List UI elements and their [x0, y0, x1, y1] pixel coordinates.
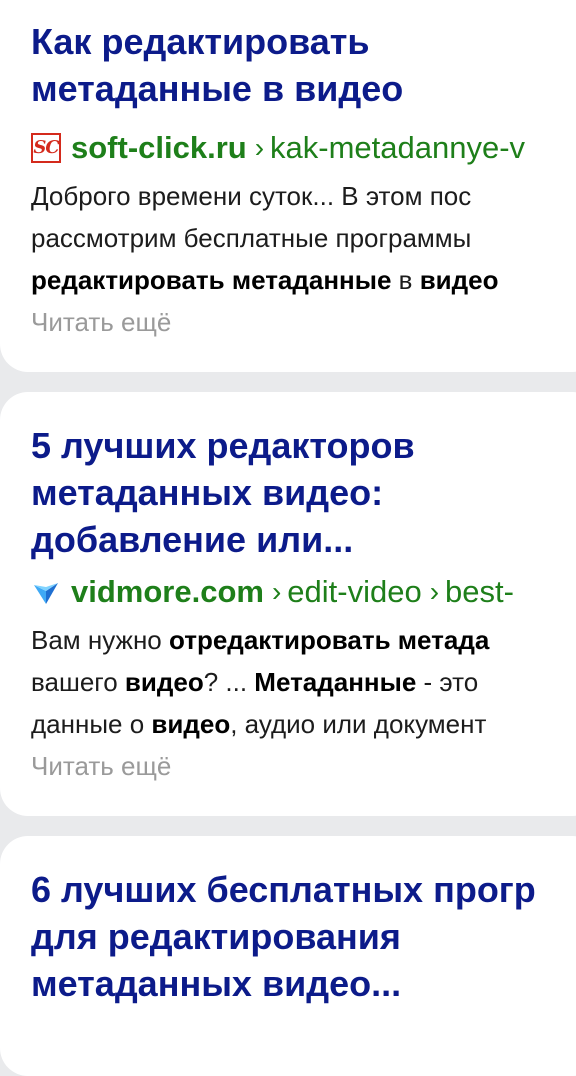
snippet-line: рассмотрим бесплатные программы — [31, 223, 472, 253]
result-path[interactable]: best- — [445, 574, 514, 610]
result-path[interactable]: edit-video — [287, 574, 421, 610]
vidmore-logo-icon — [34, 583, 58, 604]
result-snippet: Вам нужно отредактировать метада вашего … — [31, 619, 489, 745]
soft-click-logo-icon: SC — [31, 133, 61, 163]
read-more-link[interactable]: Читать ещё — [31, 302, 171, 342]
snippet-line: данные о видео, аудио или документ — [31, 709, 487, 739]
result-title-link[interactable]: 6 лучших бесплатных прогр для редактиров… — [31, 866, 576, 1007]
title-line: метаданные в видео — [31, 68, 404, 109]
title-line: метаданных видео: — [31, 472, 384, 513]
title-line: добавление или... — [31, 519, 354, 560]
result-title-link[interactable]: Как редактировать метаданные в видео — [31, 18, 576, 112]
read-more-link[interactable]: Читать ещё — [31, 746, 171, 786]
title-line: Как редактировать — [31, 21, 370, 62]
snippet-line: редактировать метаданные в видео — [31, 265, 499, 295]
result-url[interactable]: vidmore.com › edit-video › best- — [31, 572, 514, 612]
result-url[interactable]: SC soft-click.ru › kak-metadannye-v — [31, 128, 525, 168]
search-result-card[interactable]: Как редактировать метаданные в видео SC … — [0, 0, 576, 372]
snippet-line: Вам нужно отредактировать метада — [31, 625, 490, 655]
title-line: 6 лучших бесплатных прогр — [31, 869, 536, 910]
breadcrumb-separator: › — [429, 576, 440, 607]
result-title-link[interactable]: 5 лучших редакторов метаданных видео: до… — [31, 422, 576, 563]
title-line: 5 лучших редакторов — [31, 425, 415, 466]
snippet-line: Доброго времени суток... В этом пос — [31, 181, 472, 211]
breadcrumb-separator: › — [271, 576, 282, 607]
title-line: метаданных видео... — [31, 963, 402, 1004]
search-result-card[interactable]: 6 лучших бесплатных прогр для редактиров… — [0, 836, 576, 1076]
search-result-card[interactable]: 5 лучших редакторов метаданных видео: до… — [0, 392, 576, 816]
result-path[interactable]: kak-metadannye-v — [270, 130, 525, 166]
breadcrumb-separator: › — [254, 132, 265, 163]
result-snippet: Доброго времени суток... В этом пос расс… — [31, 175, 499, 301]
result-domain[interactable]: soft-click.ru — [71, 130, 247, 166]
title-line: для редактирования — [31, 916, 401, 957]
result-domain[interactable]: vidmore.com — [71, 574, 264, 610]
snippet-line: вашего видео? ... Метаданные - это — [31, 667, 479, 697]
